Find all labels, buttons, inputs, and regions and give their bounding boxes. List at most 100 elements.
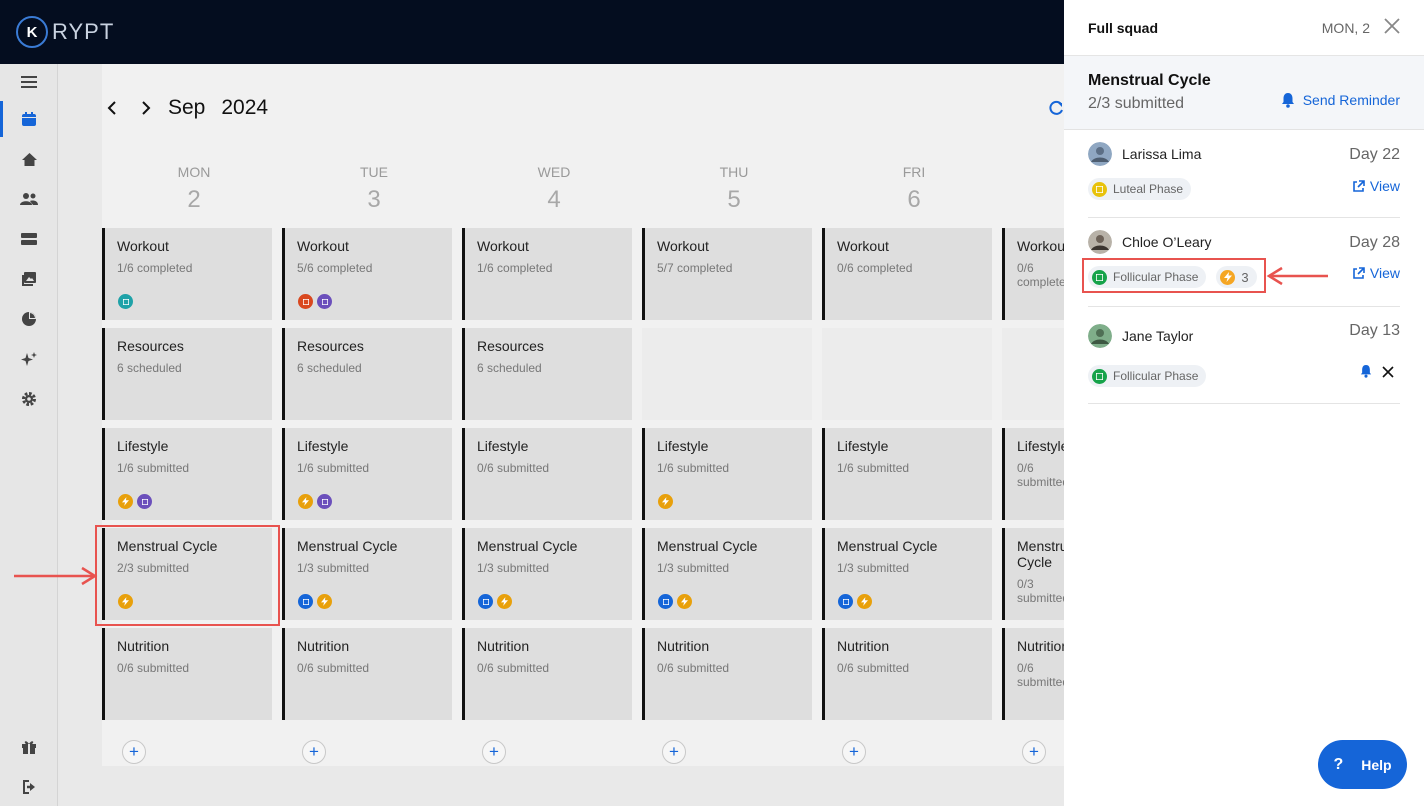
calendar-cell[interactable]: Lifestyle 0/6 submitted [1002,428,1064,520]
day-number: 4 [547,186,561,213]
calendar-cell[interactable]: Menstrual Cycle 0/3 submitted [1002,528,1064,620]
status-dot-icon [658,494,673,509]
add-button[interactable]: + [482,740,506,764]
calendar-icon[interactable] [0,101,58,137]
avatar[interactable] [1088,230,1112,254]
day-name: WED [537,164,571,180]
cell-title: Lifestyle [477,438,529,454]
logo[interactable]: K RYPT [16,16,114,48]
bell-icon [1281,93,1294,108]
add-button[interactable]: + [122,740,146,764]
avatar[interactable] [1088,142,1112,166]
view-link[interactable]: View [1352,178,1400,194]
bell-icon[interactable] [1360,364,1372,383]
status-dot-icon [857,594,872,609]
avatar[interactable] [1088,324,1112,348]
cell-status: 0/6 completed [1017,261,1064,289]
cell-title: Nutrition [1017,638,1064,654]
users-icon[interactable] [0,181,58,217]
menu-icon[interactable] [0,64,58,100]
add-button[interactable]: + [302,740,326,764]
calendar-cell[interactable]: Lifestyle 1/6 submitted [822,428,992,520]
day-header: WED 4 [464,164,644,214]
calendar-cell[interactable]: Menstrual Cycle 1/3 submitted [462,528,632,620]
day-header: THU 5 [644,164,824,214]
cell-status: 6 scheduled [477,361,542,375]
cell-title: Menstrual Cycle [837,538,938,554]
cell-status: 1/3 submitted [477,561,550,575]
status-dot-icon [118,294,133,309]
add-button[interactable]: + [1022,740,1046,764]
help-label: Help [1361,756,1392,773]
home-icon[interactable] [0,141,58,177]
pie-chart-icon[interactable] [0,301,58,337]
cell-status: 1/3 submitted [837,561,910,575]
cell-title: Menstrual Cycle [657,538,758,554]
logo-mark-icon: K [16,16,48,48]
calendar-cell[interactable]: Menstrual Cycle 1/3 submitted [282,528,452,620]
calendar-cell[interactable]: Lifestyle 1/6 submitted [642,428,812,520]
calendar-cell[interactable]: Workout 5/6 completed [282,228,452,320]
close-icon[interactable] [1384,18,1400,37]
calendar-cell[interactable]: Resources 6 scheduled [282,328,452,420]
calendar-cell[interactable]: Workout 5/7 completed [642,228,812,320]
panel-header: Full squad MON, 2 [1064,0,1424,56]
calendar-cell[interactable]: Workout 0/6 completed [822,228,992,320]
athlete-row: Chloe O’Leary Day 28 Follicular Phase 3 … [1088,230,1400,307]
calendar-cell[interactable]: Workout 1/6 completed [462,228,632,320]
calendar-cell[interactable]: Menstrual Cycle 1/3 submitted [642,528,812,620]
sparkle-icon[interactable] [0,341,58,377]
symptom-count: 3 [1241,269,1249,285]
cell-title: Lifestyle [117,438,169,454]
phase-label: Luteal Phase [1113,182,1184,196]
calendar-cell[interactable]: Menstrual Cycle 2/3 submitted [102,528,272,620]
sidebar [0,64,58,806]
calendar-cell[interactable]: Lifestyle 1/6 submitted [102,428,272,520]
view-label: View [1369,178,1400,194]
calendar-cell[interactable]: Nutrition 0/6 submitted [822,628,992,720]
help-button[interactable]: ? Help [1318,740,1407,789]
calendar-cell[interactable]: Menstrual Cycle 1/3 submitted [822,528,992,620]
cell-title: Workout [477,238,529,254]
gift-icon[interactable] [0,729,58,765]
status-dot-icon [317,294,332,309]
cell-status: 5/6 completed [297,261,373,275]
chevron-right-icon[interactable] [134,96,158,120]
cell-status: 0/6 submitted [1017,661,1064,689]
calendar-cell[interactable]: Workout 1/6 completed [102,228,272,320]
calendar-cell[interactable]: Nutrition 0/6 submitted [102,628,272,720]
add-button[interactable]: + [662,740,686,764]
cell-status: 0/6 submitted [657,661,730,675]
gallery-icon[interactable] [0,261,58,297]
cell-title: Workout [657,238,709,254]
calendar-cell[interactable]: Nutrition 0/6 submitted [1002,628,1064,720]
logout-icon[interactable] [0,769,58,805]
server-icon[interactable] [0,221,58,257]
send-reminder-button[interactable]: Send Reminder [1281,92,1400,108]
gear-icon[interactable] [0,381,58,417]
chevron-left-icon[interactable] [100,96,124,120]
calendar-cell[interactable]: Workout 0/6 completed [1002,228,1064,320]
view-link[interactable]: View [1352,265,1400,281]
status-dot-icon [658,594,673,609]
calendar-cell[interactable]: Lifestyle 0/6 submitted [462,428,632,520]
status-dot-icon [118,594,133,609]
calendar-cell[interactable]: Lifestyle 1/6 submitted [282,428,452,520]
calendar-cell[interactable]: Resources 6 scheduled [102,328,272,420]
calendar-cell[interactable]: Nutrition 0/6 submitted [462,628,632,720]
cell-status: 1/6 submitted [837,461,910,475]
day-number: 5 [727,186,741,213]
cycle-day: Day 13 [1349,322,1400,339]
add-button[interactable]: + [842,740,866,764]
refresh-icon[interactable] [1048,100,1064,121]
phase-chip: Follicular Phase [1088,266,1207,288]
status-dot-icon [317,494,332,509]
calendar-cell[interactable]: Resources 6 scheduled [462,328,632,420]
calendar-cell[interactable]: Nutrition 0/6 submitted [642,628,812,720]
dismiss-icon[interactable] [1382,365,1394,383]
symptom-count-chip: 3 [1216,266,1257,288]
phase-icon [1092,368,1107,384]
day-name: TUE [360,164,388,180]
calendar-cell[interactable]: Nutrition 0/6 submitted [282,628,452,720]
status-dot-icon [118,494,133,509]
